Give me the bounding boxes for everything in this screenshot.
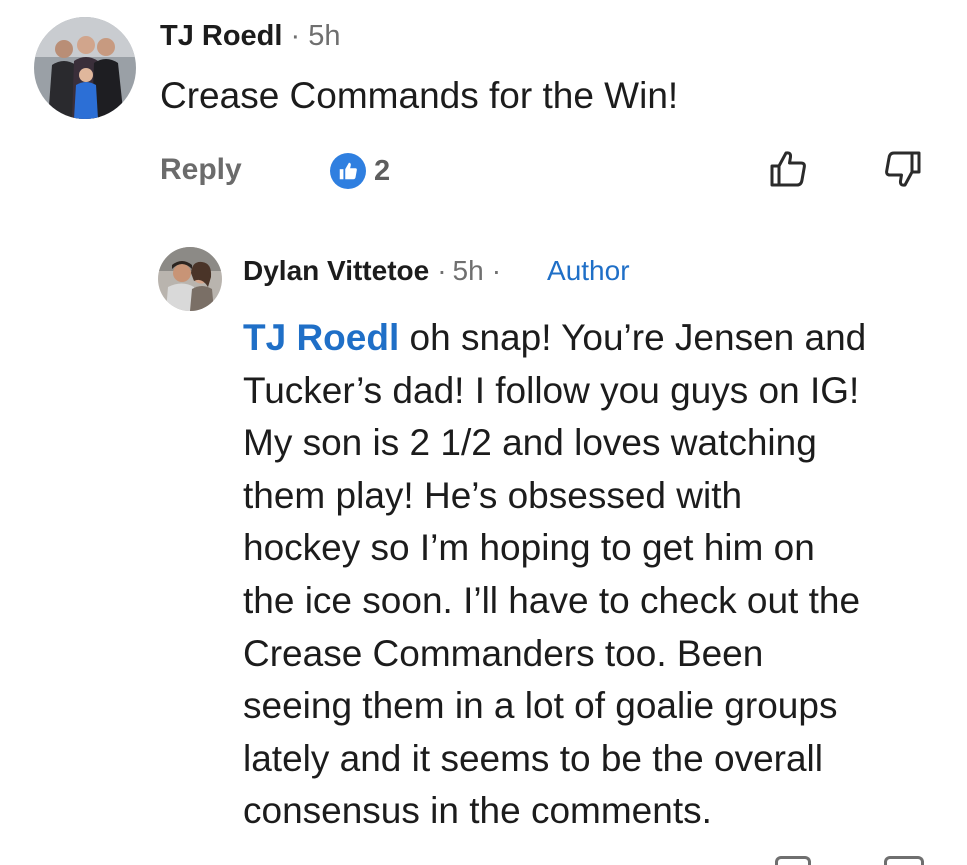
reply-text-line: TJ Roedl oh snap! You’re Jensen and bbox=[243, 312, 948, 365]
reply-text-line: them play! He’s obsessed with bbox=[243, 474, 743, 516]
reply-text-segment: oh snap! You’re Jensen and bbox=[399, 317, 867, 358]
dislike-button[interactable] bbox=[881, 148, 925, 192]
comment-author[interactable]: TJ Roedl bbox=[160, 20, 282, 52]
reply-text-line: hockey so I’m hoping to get him on bbox=[243, 527, 815, 569]
couple-photo-image bbox=[158, 247, 222, 311]
comment-text: Crease Commands for the Win! bbox=[160, 75, 679, 116]
thumbs-up-outline-icon bbox=[770, 151, 806, 187]
reply-text-line: Tucker’s dad! I follow you guys on IG! bbox=[243, 369, 860, 411]
reply-text-line: the ice soon. I’ll have to check out the bbox=[243, 579, 861, 621]
mention-link[interactable]: TJ Roedl bbox=[243, 317, 399, 358]
reply-button[interactable]: Reply bbox=[160, 152, 242, 188]
family-photo-image bbox=[34, 17, 136, 119]
like-button[interactable] bbox=[766, 146, 810, 190]
reply-text-line: Crease Commanders too. Been bbox=[243, 632, 764, 674]
reply-text: TJ Roedl oh snap! You’re Jensen and Tuck… bbox=[243, 312, 948, 838]
reply-author-avatar[interactable] bbox=[158, 247, 222, 311]
next-row-icon-partial bbox=[775, 856, 811, 865]
reply-text-line: My son is 2 1/2 and loves watching bbox=[243, 422, 817, 464]
meta-separator: · bbox=[290, 20, 301, 52]
reply-meta: Dylan Vittetoe · 5h · Author bbox=[243, 253, 630, 289]
reply-text-line: seeing them in a lot of goalie groups bbox=[243, 685, 838, 727]
reply-text-line: consensus in the comments. bbox=[243, 790, 712, 832]
like-count: 2 bbox=[374, 154, 391, 187]
reply-author[interactable]: Dylan Vittetoe bbox=[243, 253, 429, 289]
comment-time: 5h bbox=[308, 20, 341, 52]
comment-meta: TJ Roedl · 5h bbox=[160, 18, 341, 54]
commenter-avatar[interactable] bbox=[34, 17, 136, 119]
author-badge: Author bbox=[547, 255, 630, 286]
meta-separator: · bbox=[437, 255, 447, 286]
comment-thread: TJ Roedl · 5h Crease Commands for the Wi… bbox=[0, 0, 967, 865]
thumbs-down-outline-icon bbox=[885, 151, 921, 187]
thumbs-up-icon bbox=[330, 153, 366, 189]
reply-time: 5h bbox=[452, 255, 484, 286]
reaction-summary[interactable]: 2 bbox=[330, 151, 390, 191]
next-row-icon-partial bbox=[884, 856, 924, 865]
meta-separator: · bbox=[491, 255, 502, 286]
reply-text-line: lately and it seems to be the overall bbox=[243, 737, 823, 779]
